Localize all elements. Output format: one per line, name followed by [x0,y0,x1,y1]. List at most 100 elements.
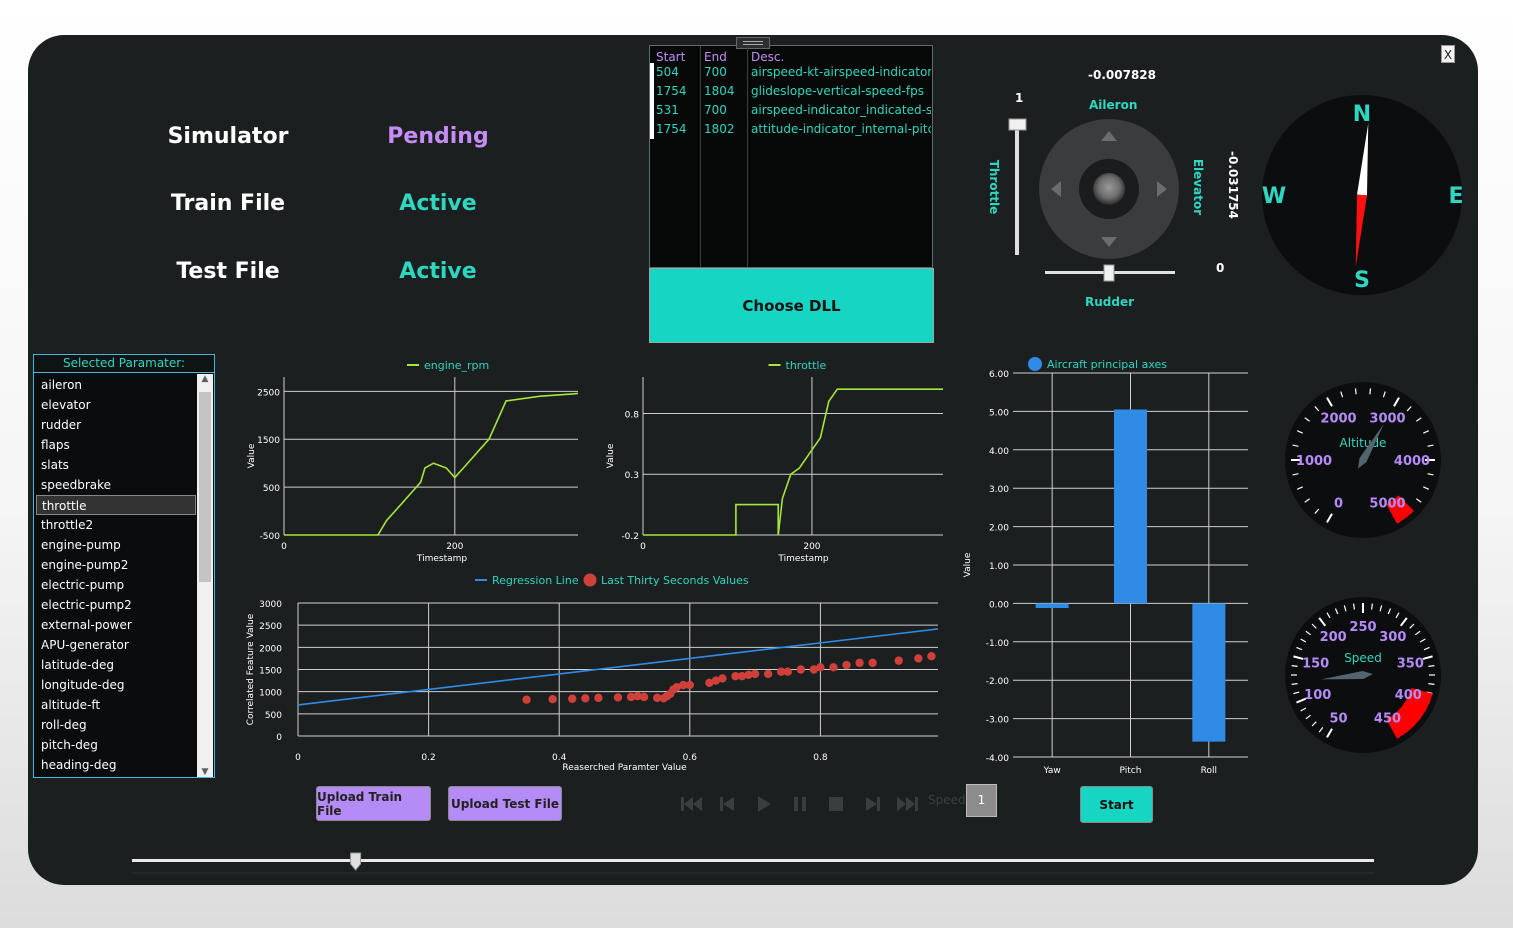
bar [1192,603,1226,742]
timeline-slider[interactable] [128,850,1378,875]
data-point [829,663,838,672]
gauge-tick [1354,388,1357,395]
header-desc[interactable]: Desc. [751,50,931,64]
start-button[interactable]: Start [1080,786,1153,823]
gauge-tick [1428,683,1435,685]
simulator-status: Pending [387,124,489,149]
series-line [284,392,578,536]
table-row[interactable]: 531 700 airspeed-indicator_indicated-spe… [650,101,932,120]
list-item[interactable]: APU-generator [36,635,196,655]
y-tick-label: 5.00 [989,408,1009,418]
row-indicator [650,120,654,139]
choose-dll-button[interactable]: Choose DLL [649,268,934,343]
principal-axes-chart: Aircraft principal axes 6.00 5.00 4.00 3.00 2… [963,357,1248,776]
y-tick-label: 2.00 [989,524,1009,534]
list-item[interactable]: slats [36,455,196,475]
scrollbar-thumb[interactable] [199,392,211,582]
list-scrollbar[interactable]: ▲ ▼ [197,374,213,777]
throttle-slider-thumb[interactable] [1008,118,1027,131]
upload-test-file-button[interactable]: Upload Test File [448,786,562,821]
y-tick-label: 500 [265,711,282,721]
list-item[interactable]: roll-deg [36,715,196,735]
joystick-knob[interactable] [1093,173,1125,205]
list-item[interactable]: engine-pump [36,535,196,555]
legend-swatch-point [583,573,597,587]
stop-icon[interactable] [823,794,849,814]
skip-to-start-icon[interactable] [679,794,705,814]
play-icon[interactable] [751,794,777,814]
y-tick-label: 3.00 [989,485,1009,495]
data-point [855,658,864,668]
data-point [796,665,806,674]
list-item[interactable]: elevator [36,395,196,415]
joystick-control[interactable] [978,105,1228,290]
timeline-thumb[interactable] [350,852,362,871]
x-tick-label: 0.4 [552,753,567,763]
x-tick-label: 0.8 [813,753,828,763]
compass-north-label: N [1353,102,1371,127]
y-tick-label: 4.00 [989,447,1009,457]
throttle-track [1015,125,1019,255]
scroll-down-icon[interactable]: ▼ [197,767,213,777]
cell-end: 700 [704,65,727,79]
upload-train-file-button[interactable]: Upload Train File [316,786,431,821]
data-point [613,693,623,702]
header-start[interactable]: Start [656,50,698,64]
y-axis-label: Value [963,552,973,577]
list-item[interactable]: latitude-deg [36,655,196,675]
cell-end: 1804 [704,84,735,98]
gauge-tick [1353,603,1355,610]
data-point [868,658,877,668]
gauge-tick [1369,388,1372,395]
list-item[interactable]: external-power [36,615,196,635]
y-tick-label: -2.00 [986,677,1010,687]
list-item[interactable]: aileron [36,375,196,395]
table-row[interactable]: 1754 1802 attitude-indicator_internal-pi… [650,120,932,139]
gauge-tick-label: 300 [1379,630,1406,645]
x-axis-label: Timestamp [416,554,468,564]
legend-label: engine_rpm [424,359,489,372]
close-button[interactable]: X [1441,45,1455,63]
list-item[interactable]: altitude-ft [36,695,196,715]
table-row[interactable]: 1754 1804 glideslope-vertical-speed-fps [650,82,932,101]
compass-south-label: S [1354,268,1370,293]
speed-input[interactable]: 1 [966,784,997,817]
table-row[interactable]: 504 700 airspeed-kt-airspeed-indicator_i… [650,63,932,82]
cell-desc: attitude-indicator_internal-pitch-d [751,122,931,136]
skip-to-end-icon[interactable] [894,794,920,814]
step-forward-icon[interactable] [859,794,885,814]
list-item[interactable]: longitude-deg [36,675,196,695]
list-item[interactable]: flaps [36,435,196,455]
x-tick-label: 0 [295,753,301,763]
list-item[interactable]: speedbrake [36,475,196,495]
parameter-list[interactable]: Selected Paramater: aileron elevator rudde… [33,354,215,778]
data-point [718,674,727,683]
row-indicator [650,63,654,82]
y-tick-label: -500 [260,532,281,542]
anomaly-table[interactable]: Start End Desc. 504 700 airspeed-kt-airs… [649,37,933,268]
list-item[interactable]: heading-deg [36,755,196,775]
list-item[interactable]: pitch-deg [36,735,196,755]
y-axis-label: Value [247,443,257,468]
y-axis-label: Value [606,443,616,468]
compass-east-label: E [1448,184,1463,209]
list-item[interactable]: electric-pump [36,575,196,595]
compass-west-label: W [1262,184,1286,209]
list-item[interactable]: throttle2 [36,515,196,535]
list-item[interactable]: throttle [36,495,196,515]
list-item[interactable]: rudder [36,415,196,435]
scroll-up-icon[interactable]: ▲ [197,374,213,384]
gauge-tick-label: 0 [1334,496,1343,511]
pause-icon[interactable] [787,794,813,814]
y-tick-label: 500 [263,484,280,494]
gauge-tick-label: 350 [1397,656,1424,671]
cell-end: 700 [704,103,727,117]
list-item[interactable]: electric-pump2 [36,595,196,615]
data-point [750,669,760,679]
rudder-slider-thumb[interactable] [1103,264,1115,282]
header-end[interactable]: End [704,50,744,64]
y-axis-label: Correlated Feature Value [246,613,256,725]
list-item[interactable]: engine-pump2 [36,555,196,575]
step-back-icon[interactable] [715,794,741,814]
x-tick-label: 200 [803,542,820,552]
